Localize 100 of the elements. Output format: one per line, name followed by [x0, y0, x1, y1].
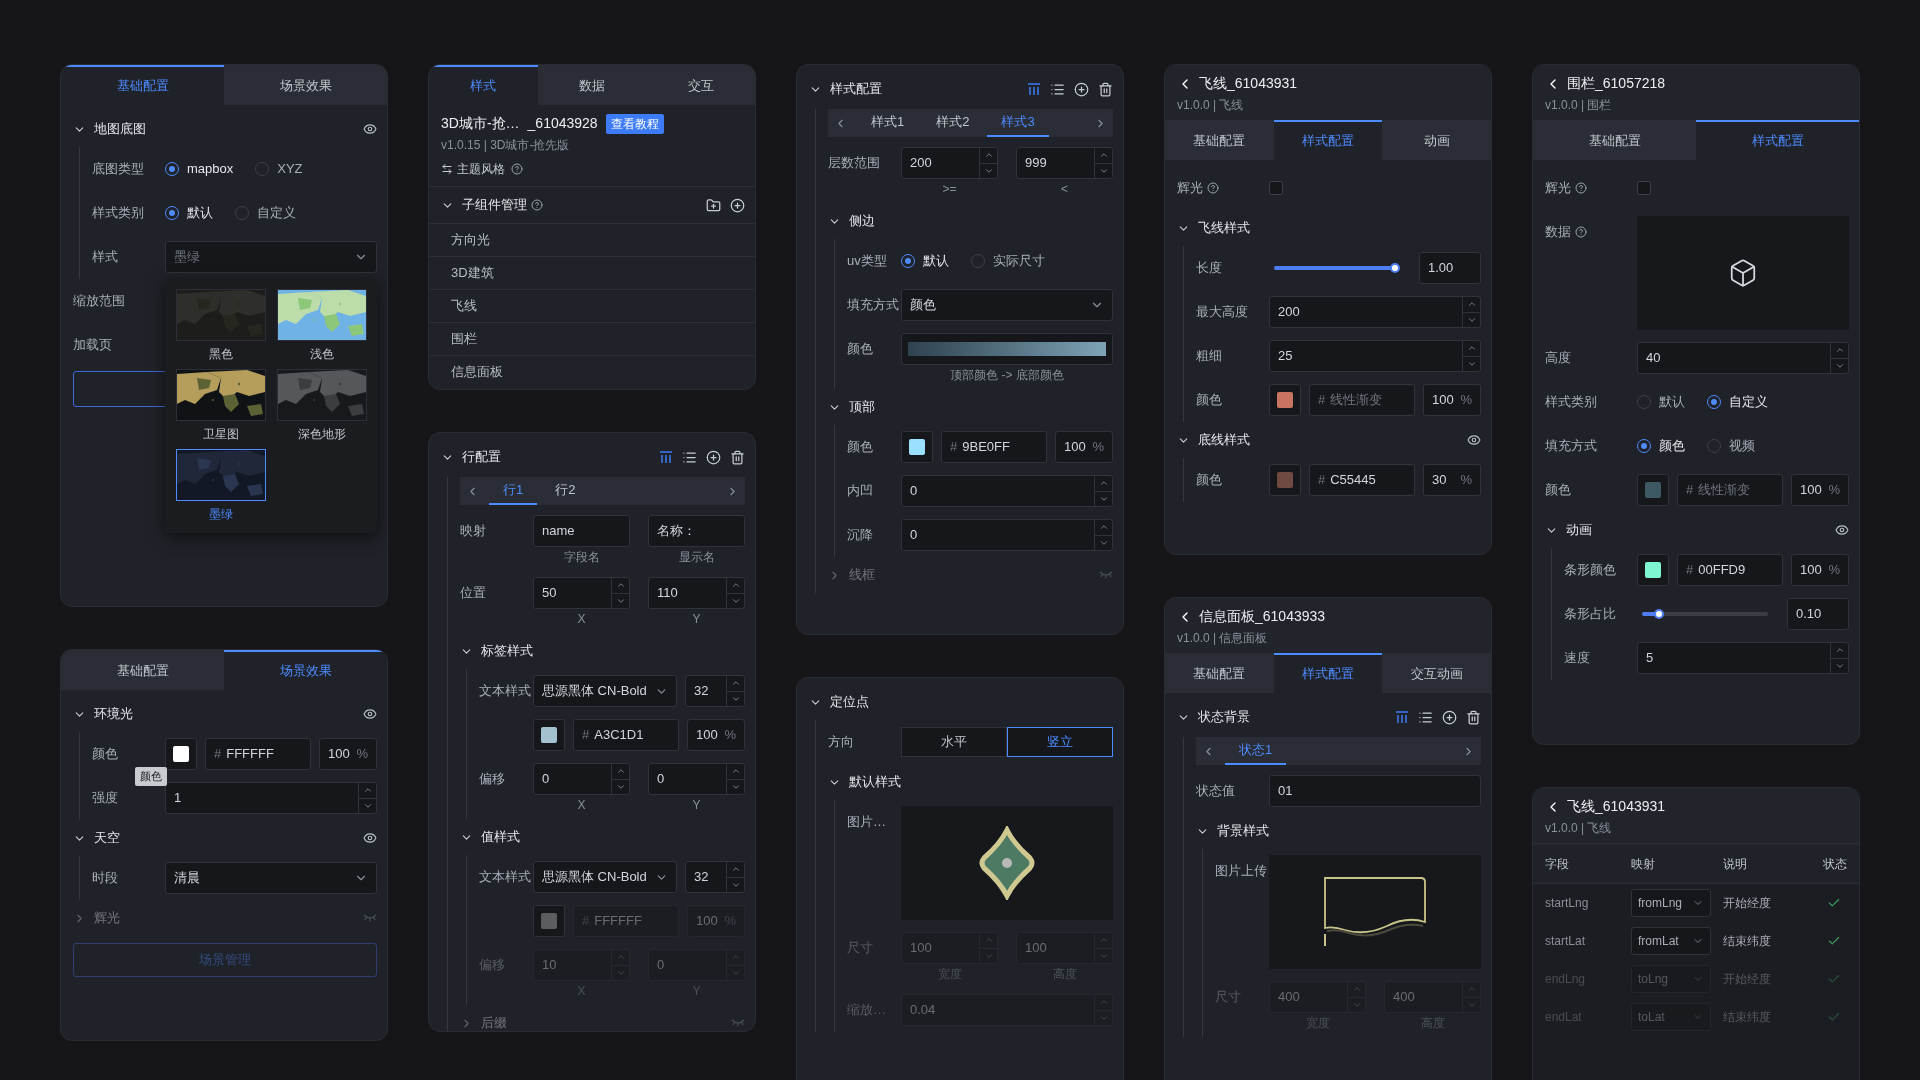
opacity-field[interactable]: 30 % [1423, 464, 1481, 496]
list-item[interactable]: 信息面板 [429, 355, 755, 388]
tab[interactable]: 样式配置 [1696, 120, 1859, 160]
option-label[interactable]: 视频 [1729, 436, 1755, 456]
tab[interactable]: 样式配置 [1273, 120, 1383, 160]
opacity-field[interactable]: 100 % [1791, 554, 1849, 586]
tab[interactable]: 样式3 [987, 109, 1049, 137]
number-field[interactable]: 110 [648, 577, 745, 609]
number-field[interactable]: 0 [648, 763, 745, 795]
number-field[interactable]: 1 [165, 782, 377, 814]
option-label[interactable]: 颜色 [1659, 436, 1685, 456]
color-swatch[interactable] [1637, 554, 1669, 586]
segment-button[interactable]: 水平 [901, 727, 1007, 757]
tab[interactable]: 动画 [1382, 120, 1491, 160]
text-field[interactable]: 名称： [648, 515, 745, 547]
hex-field[interactable]: # C55445 [1309, 464, 1415, 496]
text-field[interactable]: 01 [1269, 775, 1481, 807]
opacity-field[interactable]: 100 % [1791, 474, 1849, 506]
eye-icon[interactable] [363, 122, 377, 136]
number-field[interactable]: 40 [1637, 342, 1849, 374]
mapping-select[interactable]: fromLng [1631, 889, 1711, 917]
hex-field[interactable]: # FFFFFF [205, 738, 311, 770]
color-swatch[interactable] [1269, 384, 1301, 416]
option-label[interactable]: 自定义 [257, 203, 296, 223]
tab[interactable]: 基础配置 [1533, 120, 1696, 160]
delete-icon[interactable] [1098, 81, 1113, 97]
option-label[interactable]: mapbox [187, 159, 234, 179]
add-icon[interactable] [1074, 81, 1089, 97]
number-field[interactable]: 999 [1016, 147, 1113, 179]
option-label[interactable]: 默认 [923, 251, 949, 271]
checkbox[interactable] [1269, 181, 1283, 195]
columns-icon[interactable] [1027, 82, 1041, 96]
tab[interactable]: 基础配置 [1165, 653, 1274, 693]
image-upload-area[interactable] [901, 806, 1113, 920]
list-item[interactable]: 飞线 [429, 289, 755, 322]
mapping-select[interactable]: fromLat [1631, 927, 1711, 955]
image-upload-area[interactable] [1269, 855, 1481, 969]
select-field[interactable]: 颜色 [901, 289, 1113, 321]
number-field[interactable]: 32 [685, 861, 745, 893]
list-icon[interactable] [682, 449, 697, 465]
number-field[interactable]: 5 [1637, 642, 1849, 674]
number-field[interactable]: 0 [901, 519, 1113, 551]
swap-icon[interactable] [441, 163, 453, 175]
list-icon[interactable] [1418, 709, 1433, 725]
slider-thumb[interactable] [1390, 263, 1400, 273]
list-icon[interactable] [1050, 81, 1065, 97]
list-item[interactable]: 围栏 [429, 322, 755, 355]
segment-button[interactable]: 竖立 [1007, 727, 1113, 757]
color-swatch[interactable] [1637, 474, 1669, 506]
tutorial-link[interactable]: 查看教程 [605, 113, 664, 134]
option-label[interactable]: 默认 [187, 203, 213, 223]
font-select[interactable]: 思源黑体 CN-Bold [533, 861, 677, 893]
tab[interactable]: 基础配置 [61, 650, 224, 690]
color-swatch[interactable] [165, 738, 197, 770]
add-icon[interactable] [1442, 709, 1457, 725]
help-icon[interactable] [1575, 226, 1587, 238]
columns-icon[interactable] [1395, 710, 1409, 724]
list-item[interactable]: 3D建筑 [429, 256, 755, 289]
add-icon[interactable] [706, 449, 721, 465]
hex-field[interactable]: # 线性渐变 [1677, 474, 1783, 506]
slider-track[interactable] [1642, 609, 1768, 619]
hex-field[interactable]: # 9BE0FF [941, 431, 1047, 463]
eye-icon[interactable] [1835, 523, 1849, 537]
tab[interactable]: 状态1 [1225, 737, 1287, 765]
value-field[interactable]: 0.10 [1787, 598, 1849, 630]
option-label[interactable]: 实际尺寸 [993, 251, 1045, 271]
number-field[interactable]: 50 [533, 577, 630, 609]
opacity-field[interactable]: 100 % [1423, 384, 1481, 416]
hex-field[interactable]: # 线性渐变 [1309, 384, 1415, 416]
hex-field[interactable]: # 00FFD9 [1677, 554, 1783, 586]
eye-icon[interactable] [1467, 433, 1481, 447]
tab[interactable]: 场景效果 [224, 650, 387, 690]
value-field[interactable]: 1.00 [1419, 252, 1481, 284]
tab[interactable]: 行1 [489, 477, 538, 505]
columns-icon[interactable] [659, 450, 673, 464]
slider-track[interactable] [1274, 263, 1400, 273]
theme-link[interactable]: 主题风格 [457, 160, 505, 178]
help-icon[interactable] [1207, 182, 1219, 194]
slider-thumb[interactable] [1653, 609, 1664, 619]
tab[interactable]: 样式2 [922, 109, 984, 137]
option-label[interactable]: 自定义 [1729, 392, 1768, 412]
eye-icon[interactable] [363, 707, 377, 721]
number-field[interactable]: 200 [901, 147, 998, 179]
number-field[interactable]: 32 [685, 675, 745, 707]
tab[interactable]: 样式配置 [1273, 653, 1383, 693]
number-field[interactable]: 25 [1269, 340, 1481, 372]
help-icon[interactable] [511, 163, 523, 175]
color-swatch[interactable] [1269, 464, 1301, 496]
tab[interactable]: 基础配置 [1165, 120, 1274, 160]
hex-field[interactable]: # A3C1D1 [573, 719, 679, 751]
help-icon[interactable] [531, 199, 543, 211]
folder-add-icon[interactable] [706, 197, 721, 213]
number-field[interactable]: 200 [1269, 296, 1481, 328]
tab[interactable]: 样式1 [857, 109, 919, 137]
list-item[interactable]: 方向光 [429, 223, 755, 256]
text-field[interactable]: name [533, 515, 630, 547]
delete-icon[interactable] [730, 449, 745, 465]
tab[interactable]: 交互动画 [1382, 653, 1491, 693]
gradient-field[interactable] [901, 333, 1113, 365]
help-icon[interactable] [1575, 182, 1587, 194]
